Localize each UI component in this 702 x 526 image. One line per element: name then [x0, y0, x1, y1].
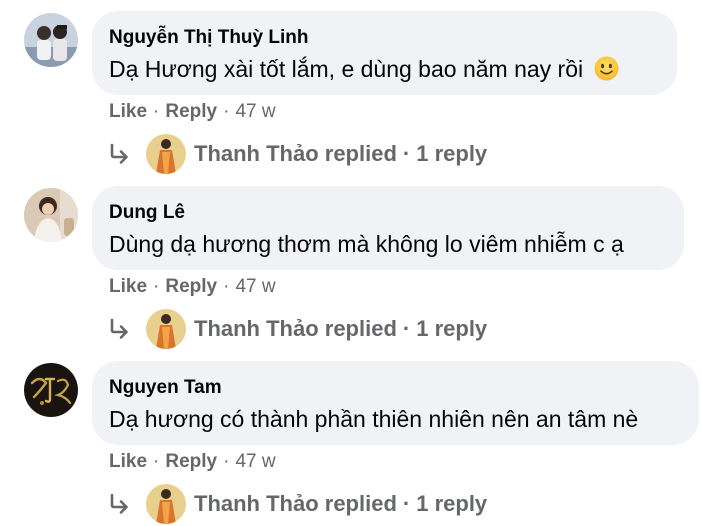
slightly-smiling-face-icon	[594, 56, 619, 81]
separator-dot: ·	[153, 276, 160, 297]
comment-author[interactable]: Dung Lê	[109, 201, 684, 225]
reply-count: 1 reply	[416, 141, 488, 166]
comment-actions: Like · Reply · 47 w	[109, 450, 276, 474]
avatar-gold-calligraphy-icon	[24, 363, 78, 417]
reply-arrow-icon	[110, 493, 128, 514]
replier-avatar	[146, 484, 186, 524]
separator-dot: ·	[223, 101, 230, 122]
comment-timestamp[interactable]: 47 w	[235, 101, 275, 122]
avatar[interactable]	[24, 363, 78, 417]
avatar[interactable]	[24, 188, 78, 242]
view-replies-link[interactable]: Thanh Thảo replied · 1 reply	[108, 132, 487, 176]
comment-author[interactable]: Nguyễn Thị Thuỳ Linh	[109, 26, 677, 50]
separator-dot: ·	[223, 276, 230, 297]
reply-arrow-icon	[110, 318, 128, 339]
view-replies-link[interactable]: Thanh Thảo replied · 1 reply	[108, 307, 487, 351]
comment-item: Dung Lê Dùng dạ hương thơm mà không lo v…	[0, 175, 702, 350]
separator-dot: ·	[402, 141, 411, 166]
view-replies-link[interactable]: Thanh Thảo replied · 1 reply	[108, 482, 487, 526]
like-button[interactable]: Like	[109, 276, 147, 297]
replies-summary: Thanh Thảo replied · 1 reply	[194, 489, 487, 519]
reply-button[interactable]: Reply	[165, 101, 217, 122]
replier-name: Thanh Thảo replied	[194, 491, 397, 516]
reply-count: 1 reply	[416, 316, 488, 341]
comment-item: Nguyễn Thị Thuỳ Linh Dạ Hương xài tốt lắ…	[0, 0, 702, 175]
separator-dot: ·	[402, 316, 411, 341]
reply-arrow-icon	[110, 143, 128, 164]
replies-summary: Thanh Thảo replied · 1 reply	[194, 139, 487, 169]
separator-dot: ·	[223, 451, 230, 472]
comment-item: Nguyen Tam Dạ hương có thành phần thiên …	[0, 350, 702, 525]
replies-summary: Thanh Thảo replied · 1 reply	[194, 314, 487, 344]
comment-timestamp[interactable]: 47 w	[235, 451, 275, 472]
reply-button[interactable]: Reply	[165, 451, 217, 472]
comment-text-row: Dạ Hương xài tốt lắm, e dùng bao năm nay…	[109, 54, 677, 84]
comment-bubble: Dung Lê Dùng dạ hương thơm mà không lo v…	[92, 186, 684, 270]
replier-avatar	[146, 134, 186, 174]
avatar-woman-dress-icon	[146, 309, 186, 349]
like-button[interactable]: Like	[109, 451, 147, 472]
avatar-couple-photo-icon	[24, 13, 78, 67]
comment-text: Dạ hương có thành phần thiên nhiên nên a…	[109, 406, 639, 432]
avatar-woman-dress-icon	[146, 484, 186, 524]
avatar[interactable]	[24, 13, 78, 67]
replier-name: Thanh Thảo replied	[194, 141, 397, 166]
comment-author[interactable]: Nguyen Tam	[109, 376, 699, 400]
reply-count: 1 reply	[416, 491, 488, 516]
separator-dot: ·	[153, 451, 160, 472]
avatar-woman-dress-icon	[146, 134, 186, 174]
comment-timestamp[interactable]: 47 w	[235, 276, 275, 297]
comment-text: Dạ Hương xài tốt lắm, e dùng bao năm nay…	[109, 56, 584, 82]
comment-bubble: Nguyen Tam Dạ hương có thành phần thiên …	[92, 361, 699, 445]
comment-bubble: Nguyễn Thị Thuỳ Linh Dạ Hương xài tốt lắ…	[92, 11, 677, 95]
comment-actions: Like · Reply · 47 w	[109, 100, 276, 124]
comment-actions: Like · Reply · 47 w	[109, 275, 276, 299]
separator-dot: ·	[402, 491, 411, 516]
replier-avatar	[146, 309, 186, 349]
avatar-woman-photo-icon	[24, 188, 78, 242]
like-button[interactable]: Like	[109, 101, 147, 122]
reply-button[interactable]: Reply	[165, 276, 217, 297]
comment-text: Dùng dạ hương thơm mà không lo viêm nhiễ…	[109, 231, 624, 257]
replier-name: Thanh Thảo replied	[194, 316, 397, 341]
separator-dot: ·	[153, 101, 160, 122]
